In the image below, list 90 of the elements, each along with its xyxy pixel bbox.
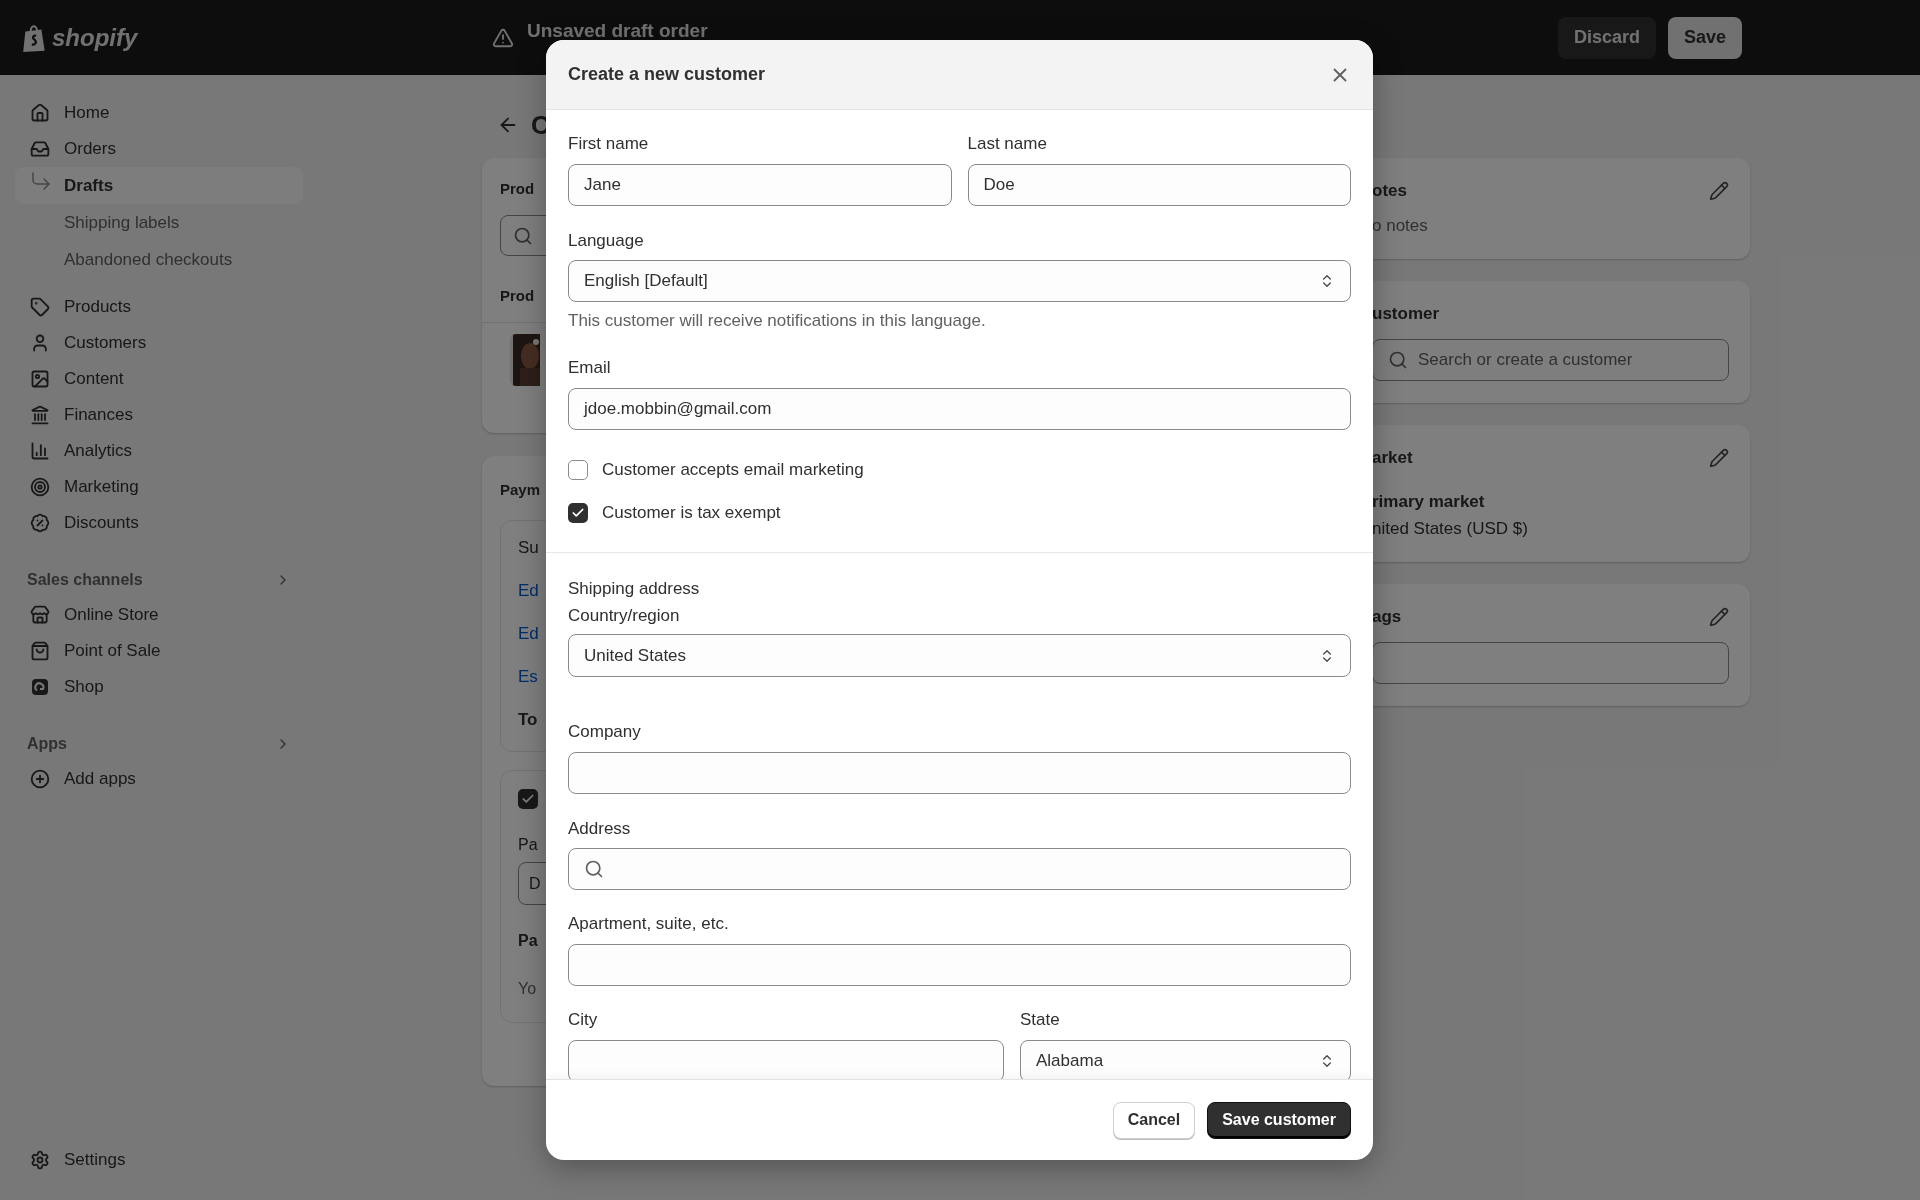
section-header[interactable]: Apps [15,727,303,761]
sidebar-item[interactable]: Home [15,95,303,131]
sidebar-item[interactable]: Settings [15,1142,303,1178]
card-text: rimary market [1372,491,1486,513]
top-bar-button[interactable]: Discard [1557,16,1656,59]
card-subheading: Prod [500,286,535,306]
sidebar-item[interactable]: Shop [15,669,303,705]
status-text: Unsaved draft order [527,20,708,41]
checkbox-label: Customer accepts email marketing [602,459,864,482]
top-bar-button[interactable]: Save [1667,16,1742,59]
customer-search-field[interactable]: Search or create a customer [1372,339,1729,381]
field-label: Company [568,721,642,743]
field-label: Email [568,357,612,379]
sidebar-item[interactable]: Online Store [15,597,303,633]
field-label: Language [568,230,645,252]
field-label: Pa [518,835,538,855]
country-select[interactable]: United States [568,634,1351,677]
sidebar-subitem[interactable]: Abandoned checkouts [15,241,303,278]
field-label: Apartment, suite, etc. [568,913,730,935]
nav-icon [30,139,50,159]
nav-icon [30,1150,50,1170]
sidebar-item[interactable]: Point of Sale [15,633,303,669]
check-icon [571,506,585,520]
card-text: nited States (USD $) [1372,518,1529,540]
checkbox-label: Customer is tax exempt [602,502,781,525]
sidebar-item[interactable]: Products [15,289,303,325]
nav-icon [30,103,50,123]
sidebar-item[interactable]: Add apps [15,761,303,797]
sidebar-subitem[interactable]: Shipping labels [15,204,303,241]
sidebar-item[interactable]: Content [15,361,303,397]
field-label: City [568,1009,599,1031]
company-field[interactable] [568,752,1351,794]
card-heading: arket [1372,447,1413,470]
checkbox[interactable] [568,460,588,480]
action-button[interactable]: Save customer [1207,1101,1351,1139]
nav-icon [30,333,50,353]
nav-icon [30,605,50,625]
summary-row-text: To [518,709,539,731]
last-name-field[interactable]: Doe [967,164,1351,206]
sidebar-item[interactable]: Finances [15,397,303,433]
sidebar-item[interactable]: Customers [15,325,303,361]
card-heading: Prod [500,179,535,199]
card-text: o notes [1372,215,1429,237]
section-heading: Pa [518,931,538,951]
nav-icon [30,297,50,317]
language-select[interactable]: English [Default] [568,260,1351,302]
address-search-field[interactable] [568,848,1351,890]
checkbox[interactable] [518,789,538,809]
first-name-field[interactable]: Jane [568,164,952,206]
shopping-bag-logo-icon [22,22,48,53]
sidebar-item[interactable]: Orders [15,131,303,167]
help-text: This customer will receive notifications in this language. [568,310,987,332]
check-icon [521,792,535,806]
section-heading: Shipping address [568,578,701,600]
nav-icon [30,677,50,697]
field-label: State [1020,1009,1061,1031]
city-field[interactable] [568,1040,1004,1079]
dialog-title: Create a new customer [568,63,766,86]
logo-text: shopify [52,22,138,53]
card-heading: ustomer [1372,303,1440,326]
action-button[interactable]: Cancel [1112,1101,1196,1139]
apartment-field[interactable] [568,944,1351,986]
warning-icon [492,26,514,49]
field-label: First name [568,133,650,155]
card-heading: otes [1372,180,1407,203]
email-field[interactable]: jdoe.mobbin@gmail.com [568,388,1351,430]
card-heading: Paym [500,480,541,500]
search-icon [1388,350,1408,370]
section-header[interactable]: Sales channels [15,563,303,597]
nav-icon [30,477,50,497]
search-icon [513,225,533,246]
checkbox[interactable] [568,503,588,523]
state-select[interactable]: Alabama [1020,1040,1351,1079]
summary-row-text: Su [518,537,540,559]
nav-icon [30,513,50,533]
nav-icon [30,769,50,789]
sidebar-item[interactable]: Marketing [15,469,303,505]
nav-icon [30,641,50,661]
nav-icon [30,369,50,389]
card-heading: ags [1372,606,1402,629]
search-icon [584,859,604,879]
sidebar-item[interactable]: Discounts [15,505,303,541]
nav-icon [30,405,50,425]
sidebar-item[interactable]: Analytics [15,433,303,469]
terms-text: Yo [518,979,537,999]
nav-icon [30,441,50,461]
sidebar-subitem[interactable]: Drafts [15,167,303,204]
field-label: Last name [967,133,1048,155]
field-label: Address [568,818,632,840]
field-label: Country/region [568,605,681,627]
